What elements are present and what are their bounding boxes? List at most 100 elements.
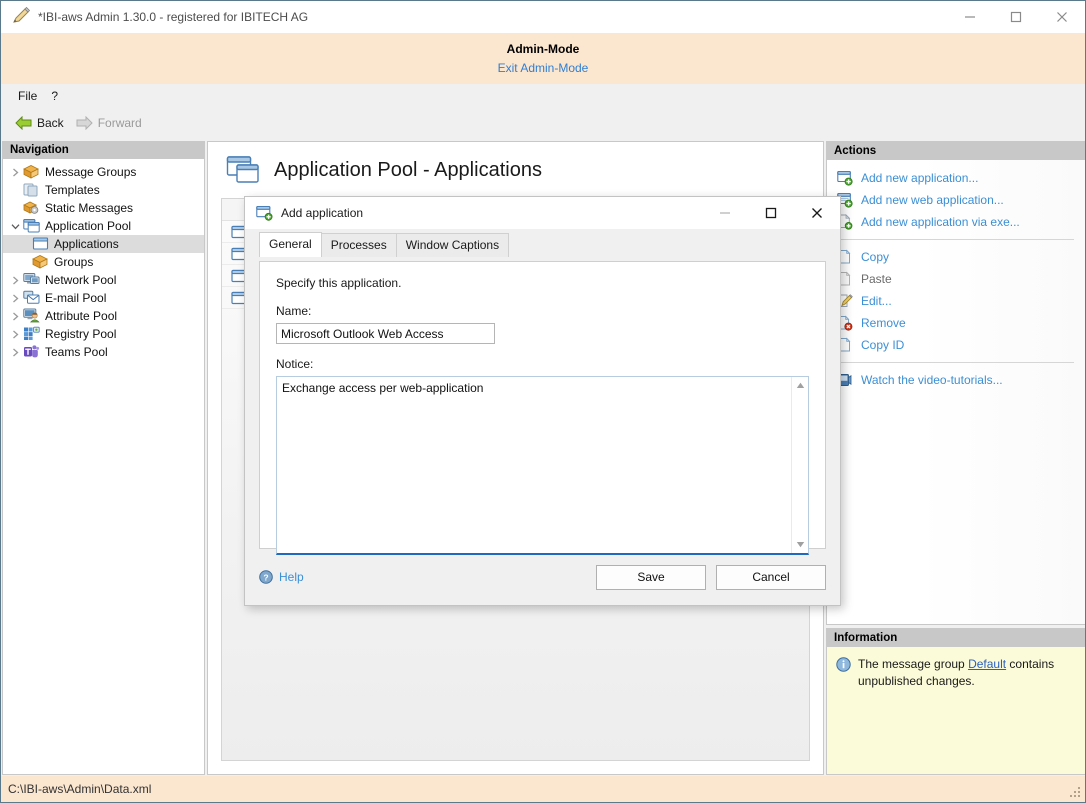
dialog-minimize-button[interactable] xyxy=(702,197,748,229)
window-icon xyxy=(32,236,49,252)
help-link[interactable]: ? Help xyxy=(259,570,304,584)
scroll-up-arrow-icon[interactable] xyxy=(792,377,809,394)
add-window-icon xyxy=(256,205,274,221)
chevron-right-icon[interactable] xyxy=(7,272,23,288)
sidebar-item-label: Attribute Pool xyxy=(45,309,117,323)
action-add-new-application[interactable]: Add new application... xyxy=(827,167,1086,189)
window-controls xyxy=(947,1,1085,33)
sidebar-item-applications[interactable]: Applications xyxy=(3,235,204,253)
windows-stack-icon xyxy=(23,218,40,234)
page-title: Application Pool - Applications xyxy=(274,159,542,182)
chevron-right-icon[interactable] xyxy=(7,326,23,342)
teams-icon xyxy=(23,344,40,360)
action-copy[interactable]: Copy xyxy=(827,246,1086,268)
action-paste[interactable]: Paste xyxy=(827,268,1086,290)
resize-grip-icon[interactable] xyxy=(1068,785,1082,799)
tab-general[interactable]: General xyxy=(259,232,322,257)
back-arrow-icon xyxy=(15,116,32,130)
action-watch-video-tutorials[interactable]: Watch the video-tutorials... xyxy=(827,369,1086,391)
admin-mode-title: Admin-Mode xyxy=(507,41,580,57)
sidebar-item-email-pool[interactable]: E-mail Pool xyxy=(3,289,204,307)
chevron-right-icon[interactable] xyxy=(7,308,23,324)
chevron-right-icon[interactable] xyxy=(7,290,23,306)
notice-label: Notice: xyxy=(276,357,809,371)
actions-list: Add new application... Add new web appli… xyxy=(827,160,1086,625)
tab-window-captions[interactable]: Window Captions xyxy=(396,233,509,257)
navigation-panel: Navigation Message Groups xyxy=(2,141,205,775)
mail-icon xyxy=(23,290,40,306)
menu-file[interactable]: File xyxy=(11,86,44,106)
name-input[interactable] xyxy=(276,323,495,344)
chevron-right-icon[interactable] xyxy=(7,344,23,360)
information-header: Information xyxy=(827,629,1086,647)
navigation-tree: Message Groups Templates xyxy=(3,159,204,361)
notice-field-wrapper xyxy=(276,376,809,555)
add-application-dialog: Add application General Processes Window… xyxy=(244,196,841,606)
add-window-icon xyxy=(837,170,853,186)
actions-separator xyxy=(839,362,1074,363)
svg-text:?: ? xyxy=(263,572,268,582)
save-button[interactable]: Save xyxy=(596,565,706,590)
notice-scrollbar[interactable] xyxy=(791,377,808,553)
dialog-buttons: Save Cancel xyxy=(596,565,826,590)
templates-icon xyxy=(23,182,40,198)
monitor-icon xyxy=(23,272,40,288)
action-add-new-web-application[interactable]: Add new web application... xyxy=(827,189,1086,211)
chevron-right-icon[interactable] xyxy=(7,164,23,180)
maximize-button[interactable] xyxy=(993,1,1039,33)
sidebar-item-registry-pool[interactable]: Registry Pool xyxy=(3,325,204,343)
action-edit[interactable]: Edit... xyxy=(827,290,1086,312)
message-group-link[interactable]: Default xyxy=(968,657,1006,671)
dialog-titlebar: Add application xyxy=(245,197,840,229)
dialog-tabs: General Processes Window Captions xyxy=(245,233,840,257)
action-label: Paste xyxy=(861,272,892,286)
information-body: The message group Default contains unpub… xyxy=(827,647,1086,775)
back-button[interactable]: Back xyxy=(9,114,70,132)
menu-help[interactable]: ? xyxy=(44,86,65,106)
information-panel: Information The message group Default co… xyxy=(826,628,1086,775)
sidebar-item-templates[interactable]: Templates xyxy=(3,181,204,199)
action-label: Add new web application... xyxy=(861,193,1004,207)
info-text-before: The message group xyxy=(858,657,968,671)
dialog-window-controls xyxy=(702,197,840,229)
expander-placeholder xyxy=(7,200,23,216)
actions-separator xyxy=(839,239,1074,240)
forward-button[interactable]: Forward xyxy=(70,114,148,132)
dialog-close-button[interactable] xyxy=(794,197,840,229)
exit-admin-mode-link[interactable]: Exit Admin-Mode xyxy=(498,59,589,77)
action-add-new-application-via-exe[interactable]: Add new application via exe... xyxy=(827,211,1086,233)
help-label: Help xyxy=(279,570,304,584)
sidebar-item-groups[interactable]: Groups xyxy=(3,253,204,271)
box-icon xyxy=(32,254,49,270)
action-label: Copy ID xyxy=(861,338,904,352)
dialog-maximize-button[interactable] xyxy=(748,197,794,229)
sidebar-item-teams-pool[interactable]: Teams Pool xyxy=(3,343,204,361)
action-label: Add new application via exe... xyxy=(861,215,1020,229)
name-label: Name: xyxy=(276,304,809,318)
chevron-down-icon[interactable] xyxy=(7,218,23,234)
cancel-button[interactable]: Cancel xyxy=(716,565,826,590)
sidebar-item-attribute-pool[interactable]: Attribute Pool xyxy=(3,307,204,325)
info-icon xyxy=(836,657,851,672)
windows-stack-icon xyxy=(226,154,260,186)
dialog-footer: ? Help Save Cancel xyxy=(245,549,840,605)
sidebar-item-message-groups[interactable]: Message Groups xyxy=(3,163,204,181)
navigation-header: Navigation xyxy=(3,141,204,159)
dialog-lead-text: Specify this application. xyxy=(276,276,809,290)
sidebar-item-static-messages[interactable]: Static Messages xyxy=(3,199,204,217)
page-title-row: Application Pool - Applications xyxy=(208,142,823,198)
action-copy-id[interactable]: Copy ID xyxy=(827,334,1086,356)
pen-icon xyxy=(10,6,32,28)
sidebar-item-network-pool[interactable]: Network Pool xyxy=(3,271,204,289)
close-button[interactable] xyxy=(1039,1,1085,33)
sidebar-item-label: Registry Pool xyxy=(45,327,116,341)
forward-label: Forward xyxy=(98,116,142,130)
back-label: Back xyxy=(37,116,64,130)
sidebar-item-application-pool[interactable]: Application Pool xyxy=(3,217,204,235)
minimize-button[interactable] xyxy=(947,1,993,33)
dialog-general-page: Specify this application. Name: Notice: xyxy=(259,261,826,549)
tab-processes[interactable]: Processes xyxy=(321,233,397,257)
notice-textarea[interactable] xyxy=(277,377,791,553)
action-remove[interactable]: Remove xyxy=(827,312,1086,334)
sidebar-item-label: Applications xyxy=(54,237,119,251)
